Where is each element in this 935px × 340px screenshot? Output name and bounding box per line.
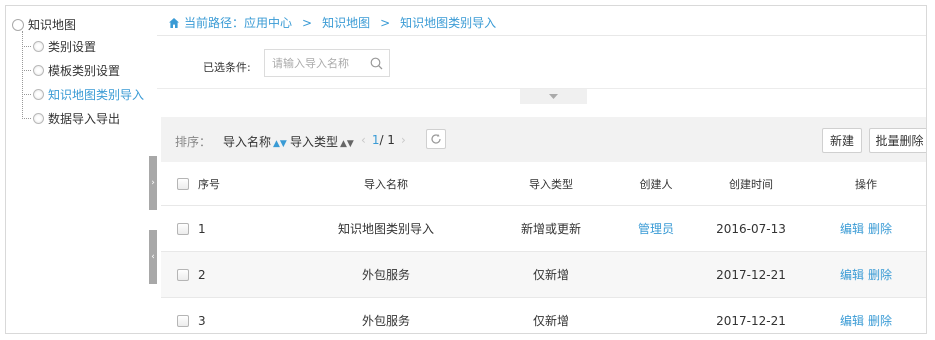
sidebar-tree: 知识地图 类别设置 模板类别设置 知识地图类别导入 数据导入导出 <box>6 6 149 333</box>
index-cell: 3 <box>177 298 206 333</box>
column-header-type: 导入类型 <box>529 177 573 191</box>
tree-node-icon <box>33 89 44 100</box>
refresh-icon <box>431 134 441 144</box>
sort-by-type-label: 导入类型 <box>290 135 339 149</box>
tree-node-icon <box>33 41 44 52</box>
row-creator[interactable] <box>616 298 696 333</box>
row-type: 仅新增 <box>532 314 569 328</box>
search-box <box>264 49 390 77</box>
header-index-cell: 序号 <box>177 162 220 205</box>
sort-by-name-button[interactable]: 导入名称 ▲▼ <box>223 133 287 150</box>
row-actions: 编辑 删除 <box>801 206 926 251</box>
next-page-icon[interactable]: › <box>401 133 406 147</box>
sort-label: 排序： <box>175 135 212 149</box>
column-header-index: 序号 <box>198 177 220 191</box>
breadcrumb-prefix: 当前路径： <box>184 16 245 30</box>
table-row: 2 外包服务 仅新增 2017-12-21 编辑 删除 <box>161 252 926 298</box>
caret-down-icon <box>549 93 558 99</box>
sidebar-item-category-import[interactable]: 知识地图类别导入 <box>22 86 144 103</box>
tree-branch-line <box>22 118 31 119</box>
sidebar-item-label: 类别设置 <box>48 40 97 54</box>
delete-link[interactable]: 删除 <box>868 266 892 283</box>
row-type: 新增或更新 <box>520 222 581 236</box>
page-current: 1 <box>371 133 380 147</box>
filter-label: 已选条件: <box>203 61 251 74</box>
breadcrumb-item-current: 知识地图类别导入 <box>400 16 497 30</box>
sort-by-type-button[interactable]: 导入类型 ▲▼ <box>290 133 354 150</box>
row-creator[interactable] <box>616 252 696 297</box>
table-row: 1 知识地图类别导入 新增或更新 管理员 2016-07-13 编辑 删除 <box>161 206 926 252</box>
search-icon[interactable] <box>370 57 383 70</box>
sidebar-collapse-handle[interactable]: ‹ <box>149 230 157 284</box>
batch-delete-button[interactable]: 批量删除 <box>869 128 926 153</box>
page-total: / 1 <box>379 133 395 147</box>
select-all-checkbox[interactable] <box>177 177 189 190</box>
home-icon <box>169 17 179 28</box>
row-checkbox[interactable] <box>177 314 189 327</box>
edit-link[interactable]: 编辑 <box>840 266 864 283</box>
filter-bar: 已选条件: <box>157 36 926 88</box>
row-type: 仅新增 <box>532 268 569 282</box>
tree-node-icon <box>33 65 44 76</box>
search-input[interactable] <box>272 56 362 70</box>
column-header-time: 创建时间 <box>729 177 773 191</box>
edit-link[interactable]: 编辑 <box>840 312 864 329</box>
prev-page-icon[interactable]: ‹ <box>361 133 366 147</box>
index-cell: 1 <box>177 206 206 251</box>
breadcrumb-item-app-center[interactable]: 应用中心 <box>244 14 292 31</box>
breadcrumb-separator: > <box>380 15 391 30</box>
column-header-actions: 操作 <box>855 177 877 191</box>
sidebar-item-label: 模板类别设置 <box>48 64 121 78</box>
row-creator[interactable]: 管理员 <box>616 206 696 251</box>
tree-root-icon <box>12 18 24 31</box>
app-frame: 知识地图 类别设置 模板类别设置 知识地图类别导入 数据导入导出 › ‹ 当前路… <box>5 5 927 334</box>
import-table: 序号 导入名称 导入类型 创建人 创建时间 操作 1 知识地图类别导入 新增或更… <box>161 162 926 333</box>
tree-branch-line <box>22 46 31 47</box>
new-button[interactable]: 新建 <box>822 128 862 153</box>
row-index: 2 <box>198 267 206 282</box>
row-actions: 编辑 删除 <box>801 298 926 333</box>
sidebar-expand-handle[interactable]: › <box>149 156 157 210</box>
edit-link[interactable]: 编辑 <box>840 220 864 237</box>
sidebar-item-label: 数据导入导出 <box>48 112 121 126</box>
sidebar-item-label: 知识地图类别导入 <box>48 88 145 102</box>
delete-link[interactable]: 删除 <box>868 220 892 237</box>
row-checkbox[interactable] <box>177 268 189 281</box>
row-index: 3 <box>198 313 206 328</box>
list-toolbar: 排序： 导入名称 ▲▼ 导入类型 ▲▼ ‹ 1 / 1 › 新建 批量删除 <box>161 117 926 162</box>
row-time: 2017-12-21 <box>716 313 786 328</box>
breadcrumb-separator: > <box>302 15 313 30</box>
table-row: 3 外包服务 仅新增 2017-12-21 编辑 删除 <box>161 298 926 333</box>
sort-arrows-icon: ▲▼ <box>340 139 354 149</box>
index-cell: 2 <box>177 252 206 297</box>
breadcrumb: 当前路径： 应用中心 > 知识地图 > 知识地图类别导入 <box>168 14 496 31</box>
sort-by-name-label: 导入名称 <box>223 135 272 149</box>
tree-root-label: 知识地图 <box>28 18 77 32</box>
sidebar-item-data-import-export[interactable]: 数据导入导出 <box>22 110 120 127</box>
row-index: 1 <box>198 221 206 236</box>
sidebar-item-template-category-settings[interactable]: 模板类别设置 <box>22 62 120 79</box>
sidebar-item-category-settings[interactable]: 类别设置 <box>22 38 96 55</box>
main-content: 当前路径： 应用中心 > 知识地图 > 知识地图类别导入 已选条件: 请输入导入… <box>157 6 926 333</box>
breadcrumb-item-knowledge-map[interactable]: 知识地图 <box>322 14 370 31</box>
row-actions: 编辑 删除 <box>801 252 926 297</box>
filter-expand-toggle[interactable] <box>520 89 587 104</box>
pager: ‹ 1 / 1 › <box>355 133 412 147</box>
table-header-row: 序号 导入名称 导入类型 创建人 创建时间 操作 <box>161 162 926 206</box>
row-checkbox[interactable] <box>177 222 189 235</box>
chevron-right-icon: › <box>151 178 155 188</box>
delete-link[interactable]: 删除 <box>868 312 892 329</box>
row-time: 2016-07-13 <box>716 221 786 236</box>
row-time: 2017-12-21 <box>716 267 786 282</box>
chevron-left-icon: ‹ <box>151 252 155 262</box>
tree-node-icon <box>33 113 44 124</box>
column-header-creator: 创建人 <box>639 177 673 191</box>
tree-branch-line <box>22 70 31 71</box>
sort-arrows-icon: ▲▼ <box>273 139 287 149</box>
tree-branch-line <box>22 94 31 95</box>
refresh-button[interactable] <box>426 129 446 149</box>
